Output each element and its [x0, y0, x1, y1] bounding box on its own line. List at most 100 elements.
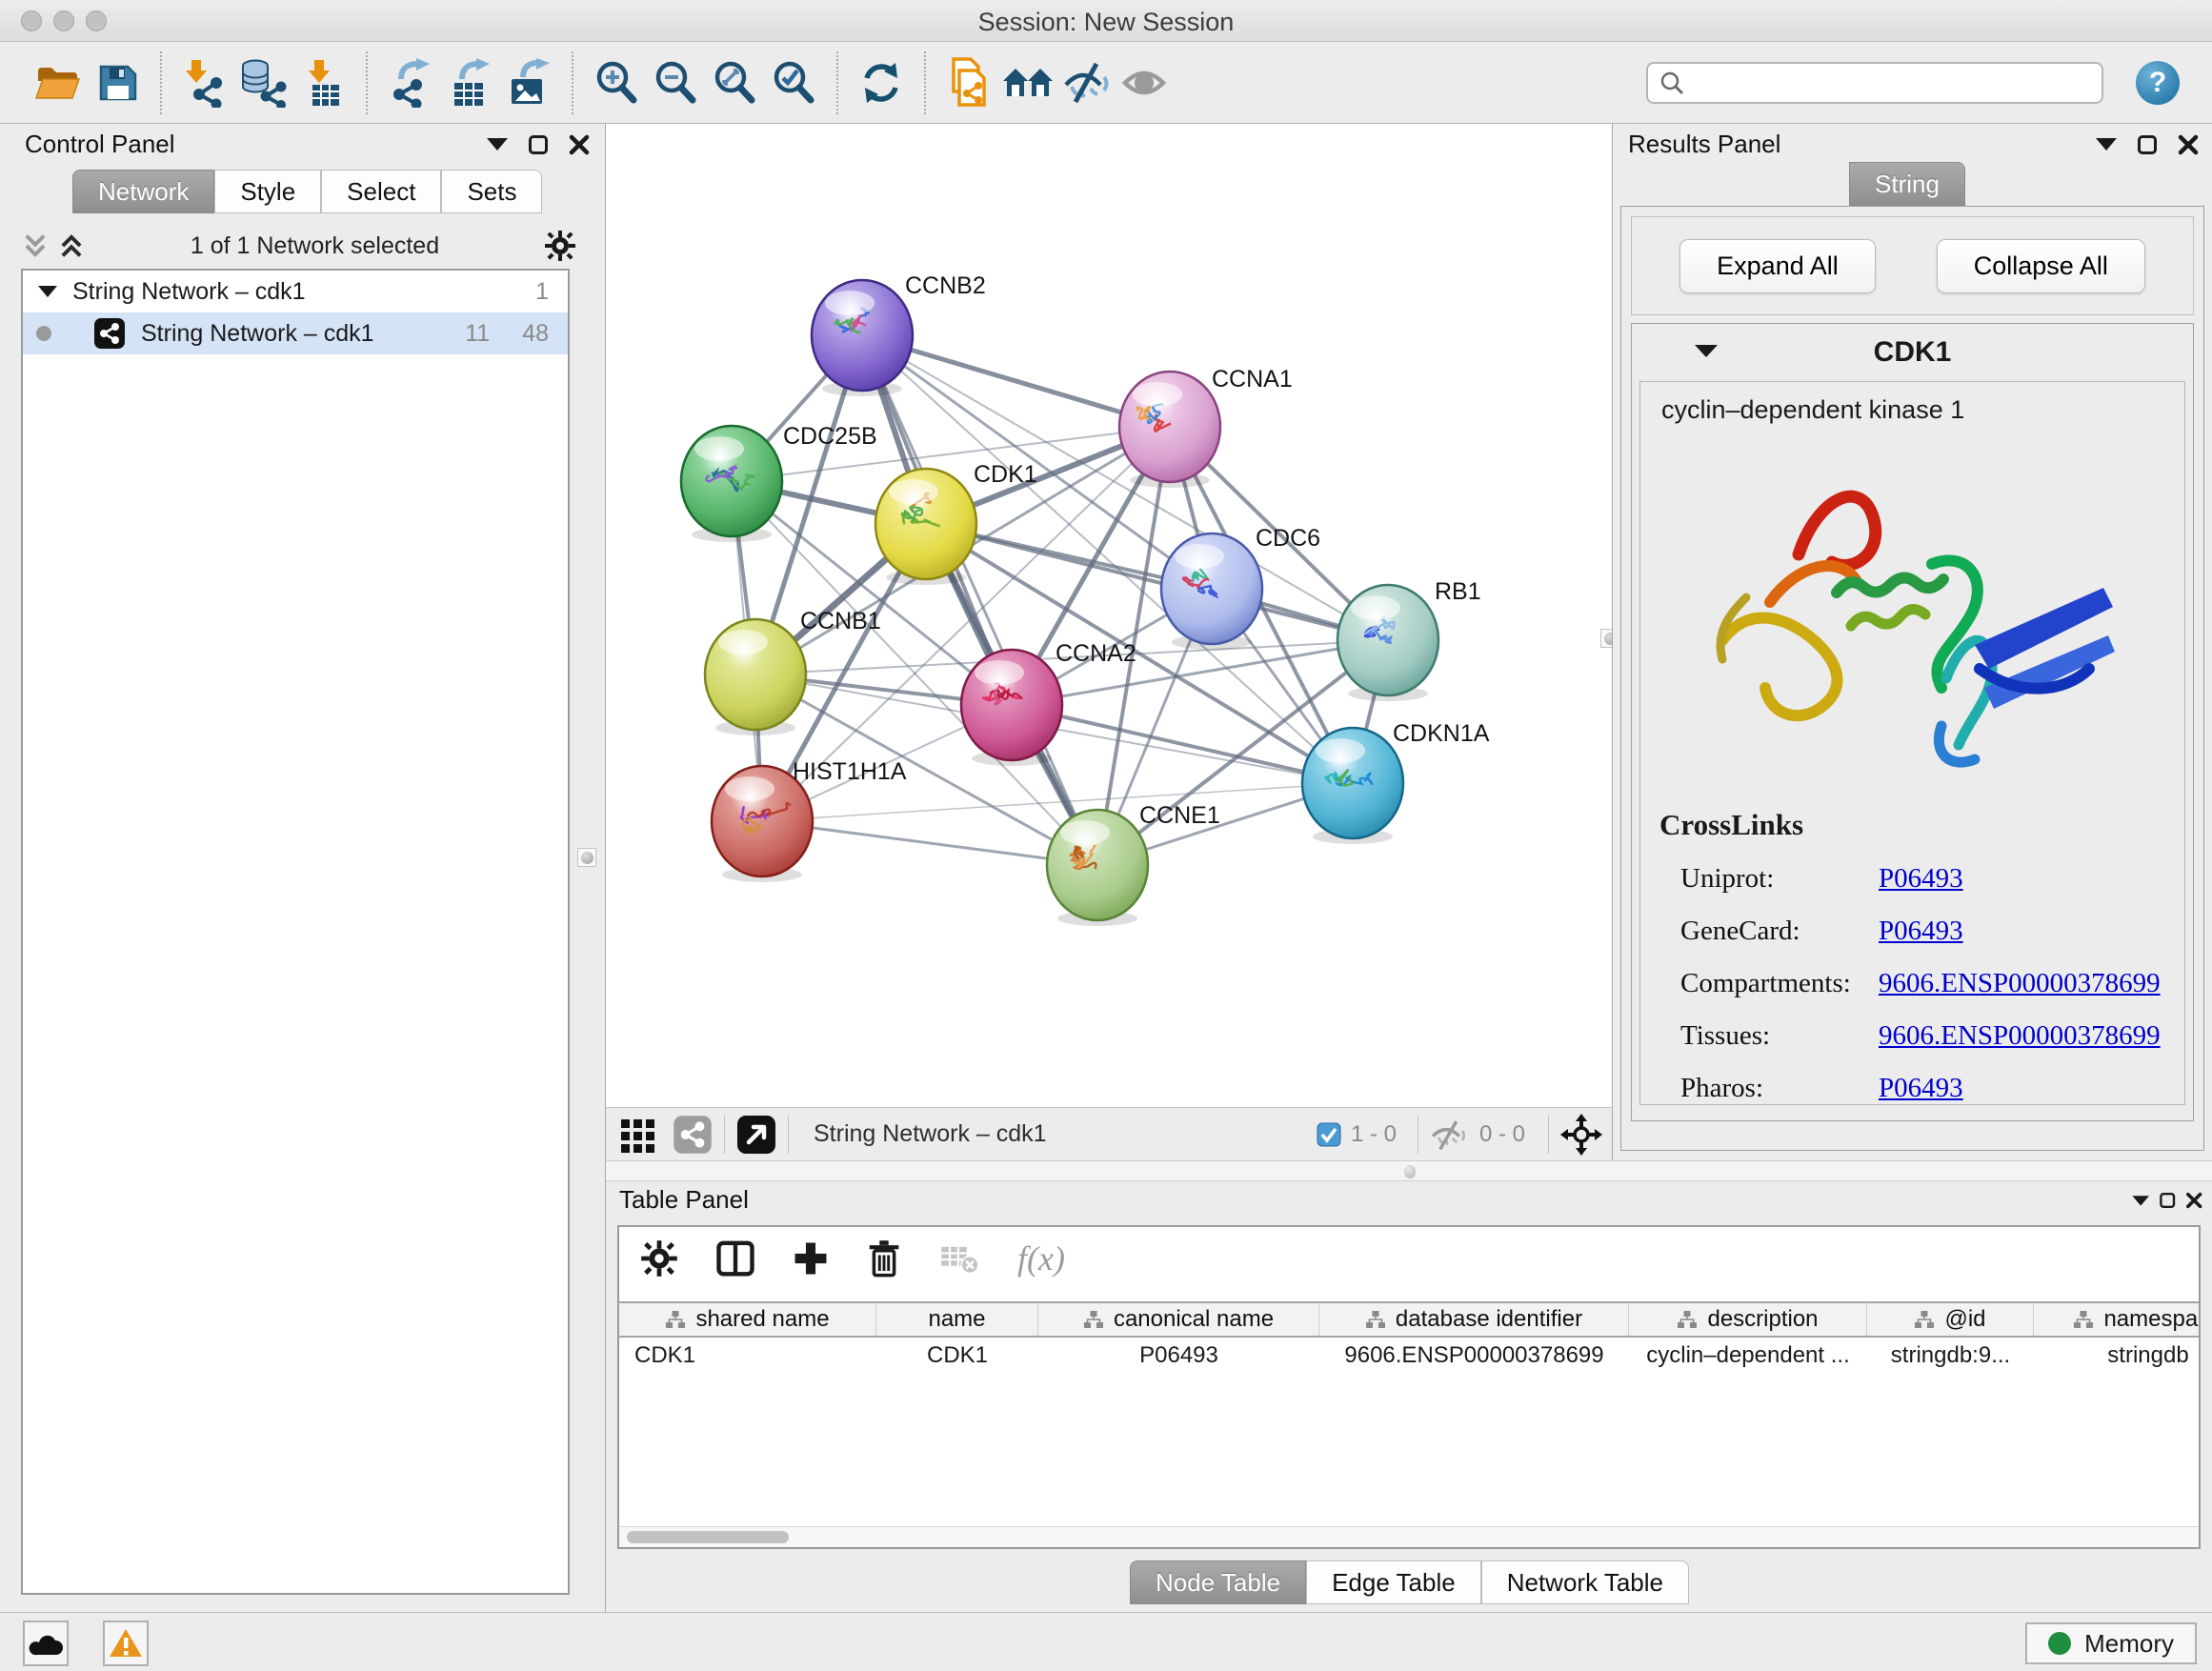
table-panel-menu-icon[interactable] [2132, 1195, 2149, 1204]
pan-crosshair-icon[interactable] [1560, 1114, 1602, 1156]
table-cell[interactable]: CDK1 [876, 1338, 1038, 1374]
results-panel-float-icon[interactable] [2138, 135, 2157, 154]
column-header-canonical-name[interactable]: canonical name [1038, 1303, 1319, 1336]
table-cell[interactable]: stringdb [2034, 1338, 2201, 1374]
memory-button[interactable]: Memory [2025, 1622, 2197, 1664]
zoom-selected-button[interactable] [764, 52, 823, 113]
export-image-button[interactable] [499, 52, 558, 113]
crosslinks-title: CrossLinks [1640, 808, 2184, 842]
tab-node-table[interactable]: Node Table [1130, 1560, 1306, 1604]
table-panel-close-icon[interactable] [2185, 1192, 2202, 1209]
crosslink-link[interactable]: P06493 [1879, 1073, 1963, 1104]
network-options-gear-icon[interactable] [544, 230, 576, 262]
refresh-button[interactable] [852, 52, 911, 113]
scrollbar-thumb[interactable] [627, 1531, 789, 1543]
table-cell[interactable]: stringdb:9... [1867, 1338, 2034, 1374]
table-options-gear-icon[interactable] [640, 1239, 678, 1278]
control-panel-close-icon[interactable] [569, 134, 590, 155]
export-network-button[interactable] [381, 52, 440, 113]
tab-sets[interactable]: Sets [441, 170, 542, 213]
results-panel-title: Results Panel [1628, 130, 1780, 159]
column-header-database-identifier[interactable]: database identifier [1319, 1303, 1629, 1336]
network-share-icon [93, 317, 126, 350]
column-header--id[interactable]: @id [1867, 1303, 2034, 1336]
crosslink-link[interactable]: 9606.ENSP00000378699 [1879, 968, 2161, 999]
control-panel-menu-icon[interactable] [487, 138, 508, 151]
tab-edge-table[interactable]: Edge Table [1306, 1560, 1481, 1604]
table-cell[interactable]: cyclin–dependent ... [1629, 1338, 1867, 1374]
hierarchy-icon [1365, 1310, 1386, 1329]
results-panel: Results Panel String Expand All Collapse… [1612, 124, 2212, 1160]
open-session-button[interactable] [29, 52, 88, 113]
show-eye-button-disabled[interactable] [1116, 52, 1176, 113]
network-view-canvas[interactable]: CCNB2CCNA1CDC25BCDK1CDC6RB1CCNB1CCNA2CDK… [606, 124, 1612, 1107]
column-header-shared-name[interactable]: shared name [619, 1303, 876, 1336]
show-columns-icon[interactable] [716, 1240, 754, 1277]
splitter-grip[interactable] [1404, 1165, 1416, 1178]
save-session-button[interactable] [88, 52, 147, 113]
tab-network[interactable]: Network [72, 170, 214, 213]
delete-table-icon-disabled[interactable] [939, 1242, 979, 1275]
function-builder-icon[interactable]: f(x) [1017, 1238, 1065, 1278]
expand-all-chevron-icon[interactable] [57, 233, 86, 258]
horizontal-splitter[interactable] [606, 1160, 2212, 1181]
gene-section-header[interactable]: CDK1 [1632, 324, 2193, 381]
node-table: shared namenamecanonical namedatabase id… [619, 1301, 2199, 1374]
network-share-gray-icon[interactable] [673, 1115, 713, 1155]
control-panel-float-icon[interactable] [529, 135, 548, 154]
memory-status-dot-icon [2048, 1632, 2071, 1655]
table-cell[interactable]: 9606.ENSP00000378699 [1319, 1338, 1629, 1374]
results-panel-menu-icon[interactable] [2096, 138, 2117, 151]
help-button[interactable]: ? [2136, 61, 2180, 105]
table-row[interactable]: CDK1CDK1P064939606.ENSP00000378699cyclin… [619, 1338, 2199, 1374]
toolbar-separator [160, 51, 162, 114]
add-column-plus-icon[interactable] [793, 1240, 829, 1277]
open-in-window-icon[interactable] [736, 1115, 776, 1155]
table-cell[interactable]: CDK1 [619, 1338, 876, 1374]
selected-nodes-checkbox-icon[interactable] [1317, 1122, 1341, 1147]
birdseye-grid-icon[interactable] [619, 1116, 657, 1154]
table-cell[interactable]: P06493 [1038, 1338, 1319, 1374]
collapse-all-button[interactable]: Collapse All [1937, 239, 2145, 293]
network-row[interactable]: String Network – cdk1 11 48 [23, 312, 568, 354]
expand-all-button[interactable]: Expand All [1679, 239, 1876, 293]
left-splitter-handle[interactable] [577, 848, 596, 867]
import-network-database-button[interactable] [234, 52, 293, 113]
zoom-out-button[interactable] [646, 52, 705, 113]
search-input[interactable] [1646, 62, 2103, 104]
collection-collapse-icon[interactable] [38, 286, 57, 297]
crosslink-link[interactable]: 9606.ENSP00000378699 [1879, 1020, 2161, 1052]
node-label-ccnb2: CCNB2 [905, 272, 986, 299]
delete-column-trash-icon[interactable] [867, 1239, 901, 1278]
hide-selected-button[interactable] [1057, 52, 1116, 113]
houses-button[interactable] [998, 52, 1057, 113]
crosslink-link[interactable]: P06493 [1879, 916, 1963, 947]
tab-style[interactable]: Style [214, 170, 321, 213]
column-header-description[interactable]: description [1629, 1303, 1867, 1336]
warnings-button[interactable] [103, 1621, 149, 1666]
zoom-in-button[interactable] [587, 52, 646, 113]
duplicate-network-button[interactable] [939, 52, 998, 113]
collapse-all-chevron-icon[interactable] [21, 233, 50, 258]
export-table-button[interactable] [440, 52, 499, 113]
table-panel-float-icon[interactable] [2160, 1193, 2175, 1208]
network-collection-row[interactable]: String Network – cdk1 1 [23, 271, 568, 312]
tab-select[interactable]: Select [321, 170, 441, 213]
cloud-button[interactable] [23, 1621, 69, 1666]
results-panel-close-icon[interactable] [2178, 134, 2199, 155]
column-header-name[interactable]: name [876, 1303, 1038, 1336]
tab-string[interactable]: String [1849, 162, 1965, 206]
export-image-icon [506, 58, 552, 108]
table-toolbar: f(x) [619, 1227, 2199, 1290]
column-header-namespace[interactable]: namespace [2034, 1303, 2201, 1336]
table-horizontal-scrollbar[interactable] [619, 1526, 2199, 1547]
crosslink-link[interactable]: P06493 [1879, 863, 1963, 895]
tab-network-table[interactable]: Network Table [1481, 1560, 1689, 1604]
import-network-file-button[interactable] [175, 52, 234, 113]
zoom-fit-button[interactable] [705, 52, 764, 113]
import-table-button[interactable] [293, 52, 352, 113]
toolbar-separator [836, 51, 838, 114]
open-folder-icon [34, 62, 82, 104]
gene-collapse-icon[interactable] [1695, 345, 1718, 357]
crosslink-label: Tissues: [1640, 1020, 1879, 1052]
